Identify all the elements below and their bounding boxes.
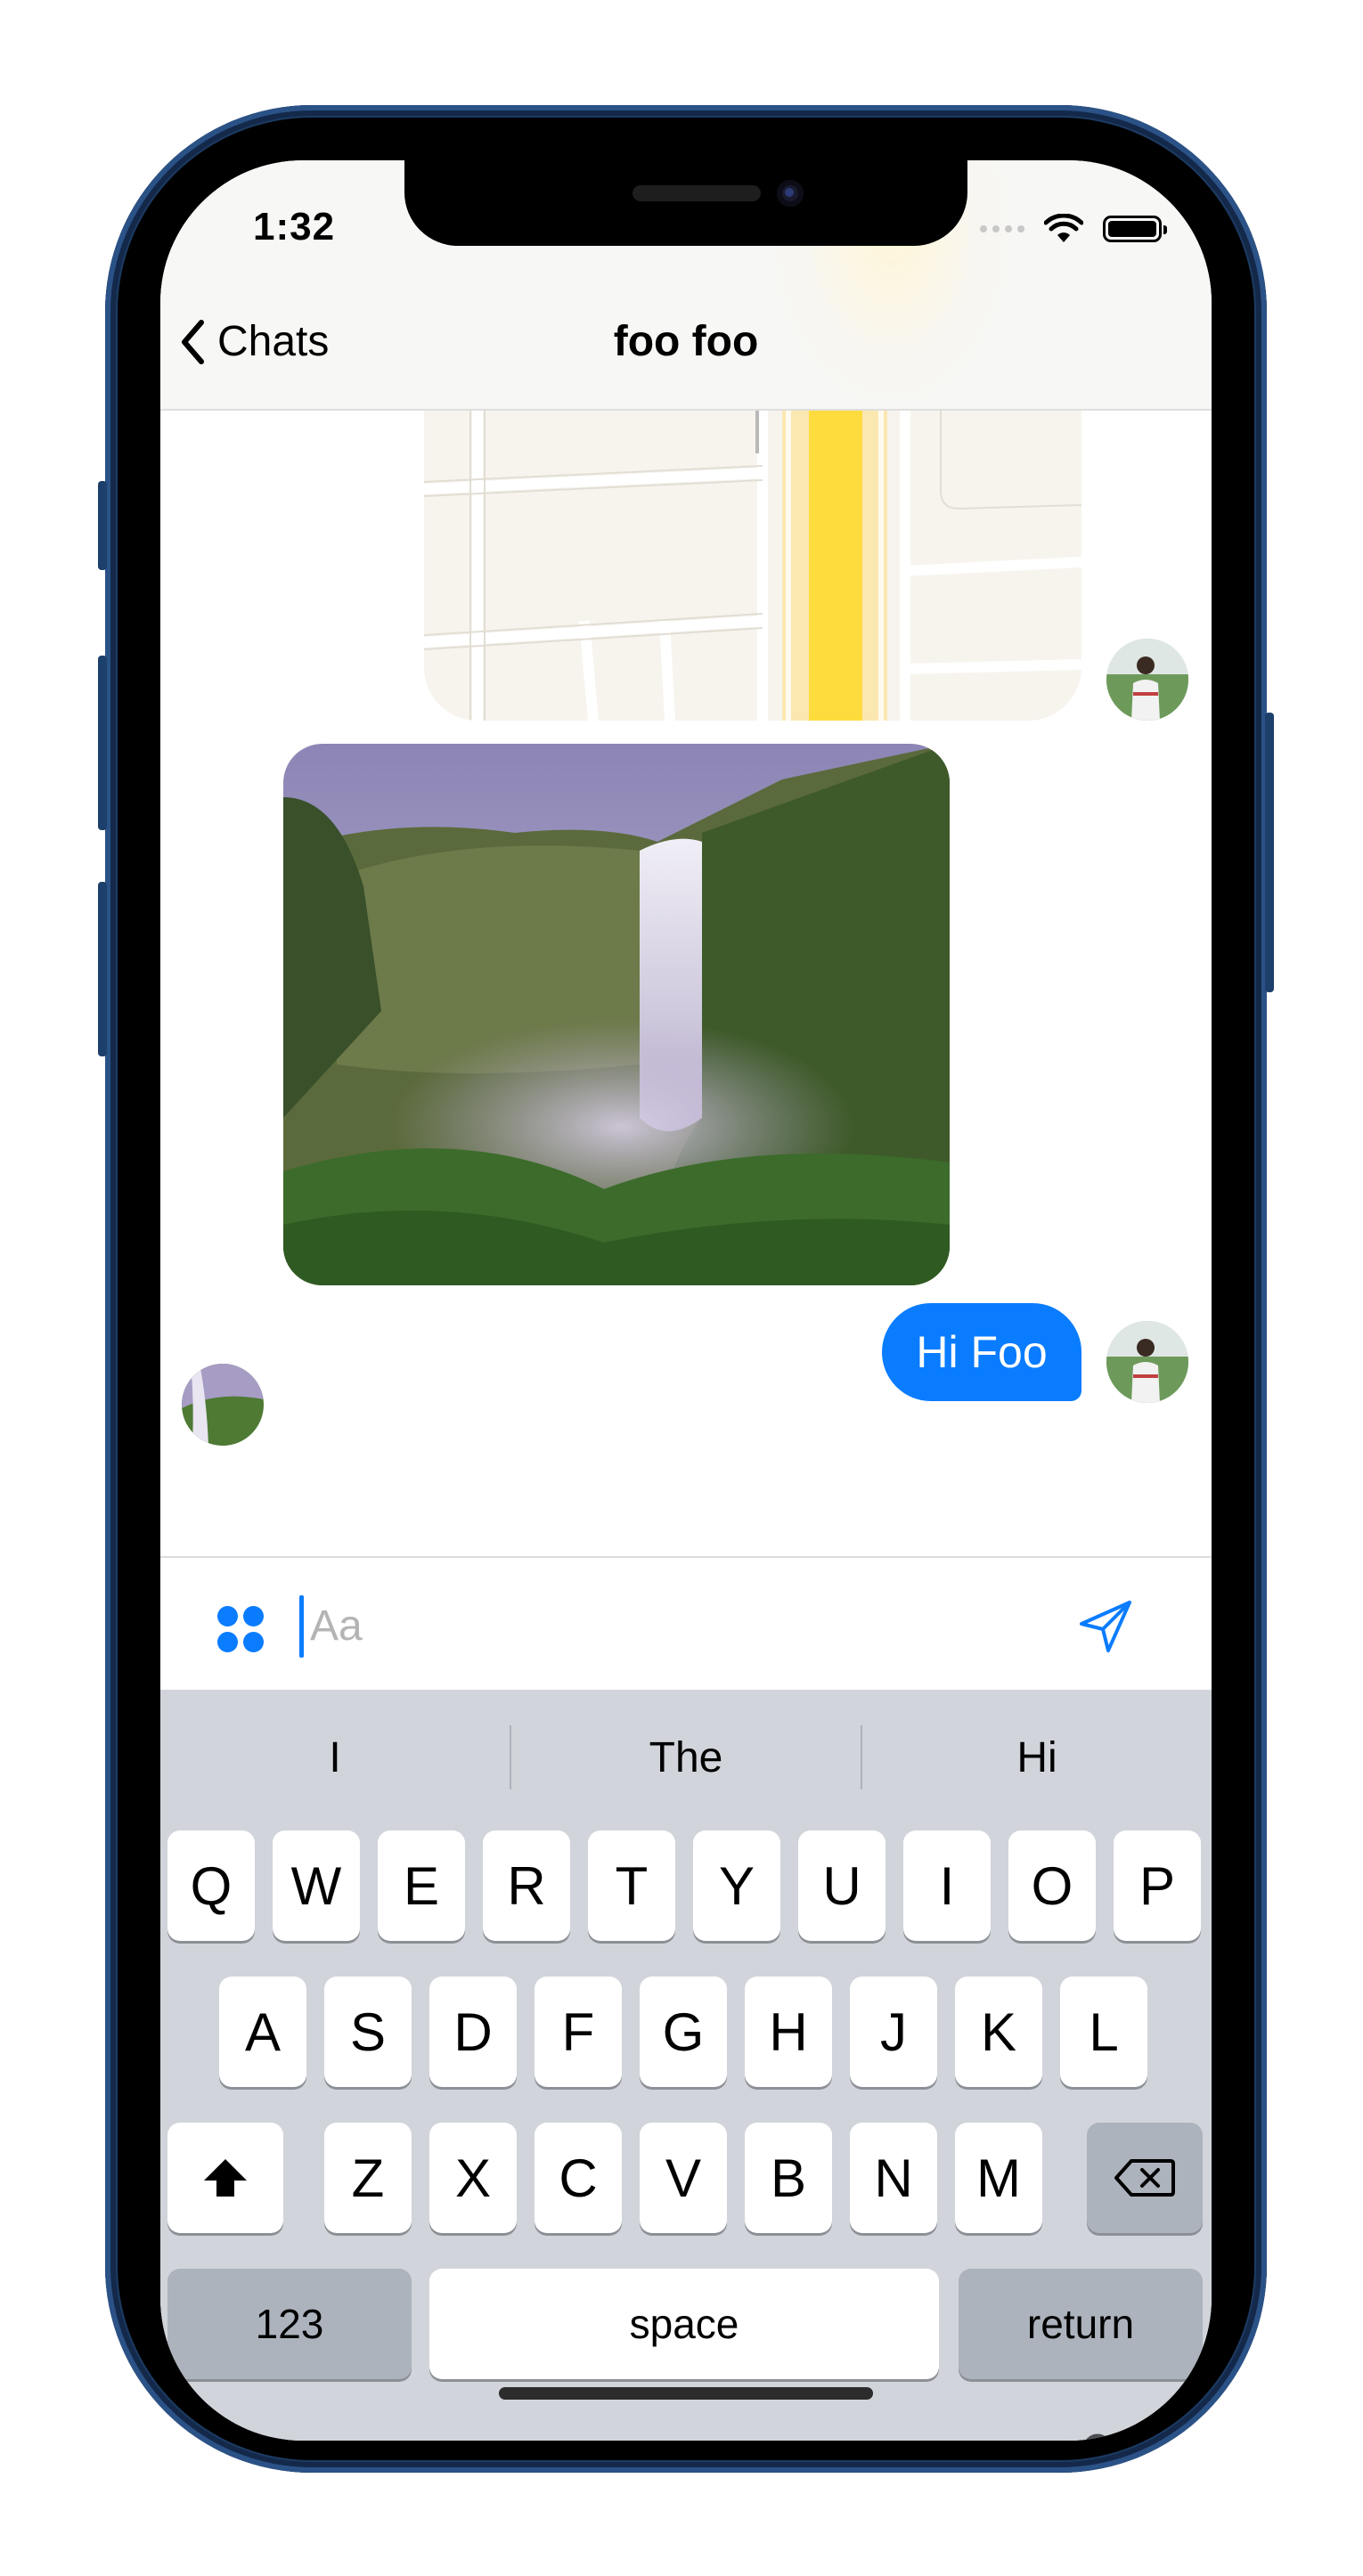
battery-icon	[1103, 216, 1167, 242]
suggestion-item[interactable]: I	[160, 1733, 510, 1782]
map-message[interactable]	[424, 411, 1081, 721]
key-e[interactable]: E	[378, 1830, 465, 1941]
key-j[interactable]: J	[850, 1977, 937, 2087]
key-a[interactable]: A	[219, 1977, 306, 2087]
key-o[interactable]: O	[1008, 1830, 1096, 1941]
emoji-icon[interactable]	[233, 2438, 308, 2441]
key-d[interactable]: D	[429, 1977, 517, 2087]
key-w[interactable]: W	[273, 1830, 360, 1941]
power-button	[1265, 713, 1274, 992]
key-n[interactable]: N	[850, 2123, 937, 2233]
speaker	[633, 185, 761, 201]
front-camera	[777, 180, 804, 207]
notch	[404, 160, 967, 246]
volume-up-button	[98, 656, 107, 830]
key-l[interactable]: L	[1060, 1977, 1147, 2087]
map-image	[424, 411, 1081, 721]
wifi-icon	[1044, 214, 1083, 242]
self-avatar[interactable]	[1106, 639, 1188, 721]
shift-key[interactable]	[167, 2123, 283, 2233]
key-y[interactable]: Y	[693, 1830, 780, 1941]
key-b[interactable]: B	[745, 2123, 832, 2233]
key-c[interactable]: C	[535, 2123, 622, 2233]
shift-icon	[204, 2159, 247, 2197]
home-indicator[interactable]	[499, 2387, 873, 2400]
volume-down-button	[98, 882, 107, 1056]
self-avatar[interactable]	[1106, 1321, 1188, 1403]
space-key[interactable]: space	[429, 2269, 939, 2379]
cellular-signal-icon	[980, 225, 1024, 232]
return-key[interactable]: return	[959, 2269, 1203, 2379]
text-message[interactable]: Hi Foo	[882, 1303, 1081, 1401]
photo-message[interactable]	[283, 744, 950, 1285]
send-icon[interactable]	[1076, 1597, 1135, 1656]
waterfall-photo	[283, 744, 950, 1285]
key-r[interactable]: R	[483, 1830, 570, 1941]
message-list[interactable]: Hi Foo	[160, 411, 1212, 1556]
microphone-icon[interactable]	[1069, 2433, 1126, 2441]
key-u[interactable]: U	[798, 1830, 886, 1941]
status-time: 1:32	[253, 205, 336, 249]
key-v[interactable]: V	[640, 2123, 727, 2233]
key-h[interactable]: H	[745, 1977, 832, 2087]
key-f[interactable]: F	[535, 1977, 622, 2087]
key-k[interactable]: K	[955, 1977, 1042, 2087]
screen: 1:32 Chats foo foo Hi Foo Aa I The Hi Q …	[160, 160, 1212, 2441]
contact-avatar[interactable]	[182, 1364, 264, 1446]
suggestion-item[interactable]: Hi	[862, 1733, 1212, 1782]
conversation-title: foo foo	[613, 318, 759, 365]
suggestion-bar: I The Hi	[160, 1690, 1212, 1825]
key-g[interactable]: G	[640, 1977, 727, 2087]
key-t[interactable]: T	[588, 1830, 675, 1941]
key-q[interactable]: Q	[167, 1830, 255, 1941]
backspace-key[interactable]	[1087, 2123, 1203, 2233]
message-input[interactable]	[306, 1590, 1026, 1661]
key-z[interactable]: Z	[324, 2123, 412, 2233]
apps-grid-icon[interactable]	[217, 1606, 264, 1652]
keyboard: I The Hi Q W E R T Y U I O P A S D F G H…	[160, 1690, 1212, 2441]
key-i[interactable]: I	[903, 1830, 991, 1941]
silent-switch	[98, 481, 107, 570]
numbers-key[interactable]: 123	[167, 2269, 412, 2379]
message-composer	[160, 1556, 1212, 1690]
key-x[interactable]: X	[429, 2123, 517, 2233]
key-p[interactable]: P	[1114, 1830, 1201, 1941]
suggestion-item[interactable]: The	[511, 1733, 861, 1782]
text-caret	[299, 1595, 304, 1658]
status-icons	[980, 214, 1167, 244]
backspace-icon	[1114, 2159, 1175, 2197]
key-m[interactable]: M	[955, 2123, 1042, 2233]
key-s[interactable]: S	[324, 1977, 412, 2087]
